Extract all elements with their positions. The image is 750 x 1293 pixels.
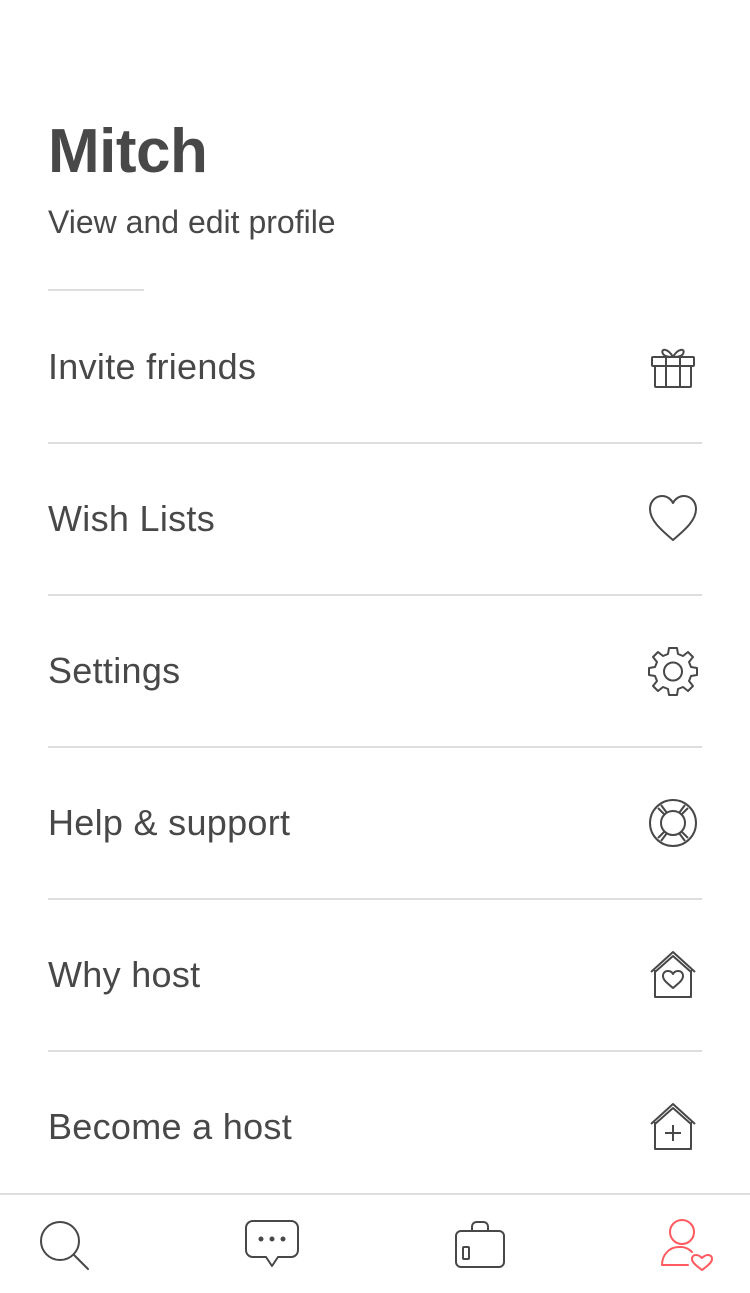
menu-item-label: Why host bbox=[48, 954, 201, 995]
menu-item-wish-lists[interactable]: Wish Lists bbox=[48, 444, 702, 596]
profile-name: Mitch bbox=[48, 117, 208, 186]
menu-item-help-support[interactable]: Help & support bbox=[48, 748, 702, 900]
house-plus-icon bbox=[646, 1100, 700, 1154]
menu-item-label: Become a host bbox=[48, 1106, 293, 1147]
menu-item-label: Settings bbox=[48, 650, 181, 691]
tab-profile[interactable] bbox=[658, 1217, 714, 1278]
profile-heart-icon bbox=[658, 1217, 714, 1278]
menu-item-label: Wish Lists bbox=[48, 498, 216, 539]
menu-item-invite-friends[interactable]: Invite friends bbox=[48, 292, 702, 444]
header-divider bbox=[48, 289, 144, 291]
profile-header: Mitch View and edit profile bbox=[48, 110, 702, 242]
menu-item-label: Help & support bbox=[48, 802, 291, 843]
profile-menu: Invite friends Wish Lists Settings Help … bbox=[48, 292, 702, 1202]
menu-item-why-host[interactable]: Why host bbox=[48, 900, 702, 1052]
menu-item-settings[interactable]: Settings bbox=[48, 596, 702, 748]
house-heart-icon bbox=[646, 948, 700, 1002]
menu-item-become-host[interactable]: Become a host bbox=[48, 1052, 702, 1202]
tab-inbox[interactable] bbox=[244, 1219, 300, 1275]
heart-icon bbox=[646, 492, 700, 546]
gift-icon bbox=[646, 340, 700, 394]
menu-item-label: Invite friends bbox=[48, 346, 257, 387]
luggage-icon bbox=[452, 1217, 508, 1278]
gear-icon bbox=[646, 644, 700, 698]
view-edit-profile-link[interactable]: View and edit profile bbox=[48, 202, 336, 242]
search-icon bbox=[36, 1217, 92, 1278]
tab-trips[interactable] bbox=[452, 1219, 508, 1275]
tab-explore[interactable] bbox=[36, 1219, 92, 1275]
lifebuoy-icon bbox=[646, 796, 700, 850]
chat-bubble-icon bbox=[244, 1217, 300, 1278]
bottom-tab-bar bbox=[0, 1193, 750, 1293]
